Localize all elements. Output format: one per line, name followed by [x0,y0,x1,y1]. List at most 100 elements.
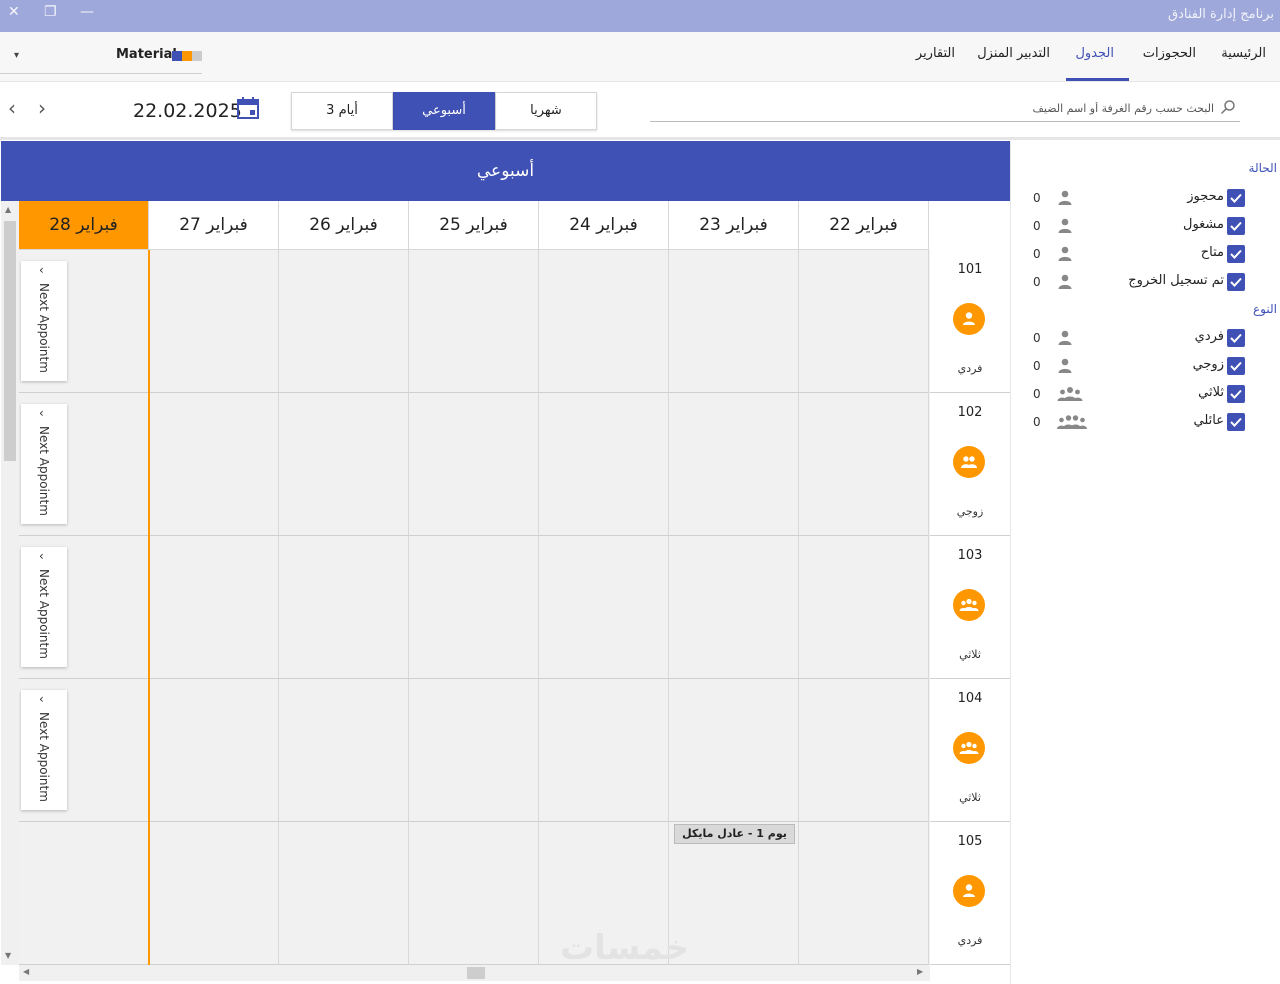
room-row-105[interactable]: 105 فردي [930,822,1010,965]
schedule-cell[interactable] [669,679,799,822]
next-appointment-button[interactable]: ‹ Next Appointm [21,261,67,381]
filter-checkbox[interactable] [1227,329,1245,347]
vertical-scrollbar[interactable]: ▲ ▼ [1,201,19,965]
schedule-cell[interactable] [409,822,539,965]
schedule-cell[interactable] [149,822,279,965]
next-appointment-button[interactable]: ‹ Next Appointm [21,404,67,524]
scroll-left-icon[interactable]: ◀ [23,967,29,976]
schedule-cell[interactable] [799,822,929,965]
schedule-cell[interactable] [799,393,929,536]
filter-type-double[interactable]: 0 زوجي [1011,355,1280,379]
search-input[interactable] [674,98,1214,118]
schedule-cell[interactable] [539,679,669,822]
filter-checkbox[interactable] [1227,413,1245,431]
filter-checkbox[interactable] [1227,273,1245,291]
filter-type-triple[interactable]: 0 ثلاثي [1011,383,1280,407]
group-icon [1057,387,1083,401]
next-period-button[interactable]: › [38,96,46,120]
filter-status-checked-out[interactable]: 0 تم تسجيل الخروج [1011,271,1280,295]
booking-block[interactable]: يوم 1 - عادل مايكل [674,824,795,844]
person-icon [1058,358,1072,373]
person-icon [1058,274,1072,289]
status-section-title: الحالة [1248,161,1277,175]
horizontal-scroll-thumb[interactable] [467,967,485,979]
room-row-101[interactable]: 101 فردي [930,250,1010,393]
theme-selector[interactable]: ▾ Material [0,38,202,74]
view-weekly-button[interactable]: أسبوعي [393,92,495,130]
family-icon [1057,415,1087,429]
current-date[interactable]: 22.02.2025 [133,100,242,122]
tab-housekeeping[interactable]: التدبير المنزل [977,46,1050,61]
filter-type-family[interactable]: 0 عائلي [1011,411,1280,435]
schedule-cell[interactable] [409,393,539,536]
schedule-grid[interactable]: ‹ Next Appointm ‹ Next Appointm ‹ Next A… [19,250,930,965]
schedule-cell[interactable] [669,250,799,393]
filter-checkbox[interactable] [1227,217,1245,235]
filter-label: متاح [1200,245,1224,260]
minimize-window-button[interactable]: — [80,4,94,20]
calendar-icon[interactable] [236,96,260,120]
filter-checkbox[interactable] [1227,245,1245,263]
filter-type-single[interactable]: 0 فردي [1011,327,1280,351]
schedule-cell[interactable] [279,679,409,822]
scroll-down-icon[interactable]: ▼ [5,951,11,960]
view-monthly-button[interactable]: شهريا [495,92,597,130]
next-appointment-label: Next Appointm [37,569,51,659]
restore-window-button[interactable]: ❐ [44,4,57,20]
previous-period-button[interactable]: ‹ [8,96,16,120]
room-type: زوجي [956,505,984,518]
filter-checkbox[interactable] [1227,189,1245,207]
group-icon [953,589,985,621]
next-appointment-button[interactable]: ‹ Next Appointm [21,547,67,667]
schedule-cell[interactable] [539,536,669,679]
close-window-button[interactable]: ✕ [8,4,20,20]
schedule-cell[interactable] [19,822,149,965]
schedule-cell[interactable] [799,250,929,393]
room-row-102[interactable]: 102 زوجي [930,393,1010,536]
horizontal-scrollbar[interactable]: ◀ ▶ [19,965,930,981]
schedule-cell[interactable] [409,536,539,679]
next-appointment-button[interactable]: ‹ Next Appointm [21,690,67,810]
filter-checkbox[interactable] [1227,357,1245,375]
room-number: 104 [957,691,983,706]
view-three-days-button[interactable]: 3 أيام [291,92,393,130]
filter-status-booked[interactable]: 0 محجوز [1011,187,1280,211]
schedule-cell[interactable] [149,679,279,822]
scroll-up-icon[interactable]: ▲ [5,205,11,214]
schedule-cell[interactable] [799,536,929,679]
room-row-104[interactable]: 104 ثلاثي [930,679,1010,822]
filter-checkbox[interactable] [1227,385,1245,403]
schedule-cell[interactable] [409,250,539,393]
type-section-title: النوع [1253,302,1277,316]
filter-status-available[interactable]: 0 متاح [1011,243,1280,267]
tab-home[interactable]: الرئيسية [1221,46,1266,61]
schedule-cell[interactable] [409,679,539,822]
schedule-cell[interactable] [669,393,799,536]
chevron-left-icon: ‹ [39,406,44,420]
filter-count: 0 [1033,247,1041,261]
tab-reports[interactable]: التقارير [916,46,955,61]
filter-panel: الحالة 0 محجوز 0 مشغول 0 متاح 0 تم تسجيل… [1010,141,1280,984]
filter-label: مشغول [1183,217,1224,232]
schedule-cell[interactable] [799,679,929,822]
vertical-scroll-thumb[interactable] [4,221,16,461]
schedule-cell[interactable] [279,393,409,536]
schedule-cell[interactable] [279,536,409,679]
filter-count: 0 [1033,275,1041,289]
day-header-today: 28 فبراير [19,201,149,250]
schedule-cell[interactable] [279,822,409,965]
room-row-103[interactable]: 103 ثلاثي [930,536,1010,679]
tab-schedule[interactable]: الجدول [1075,46,1114,61]
schedule-cell[interactable] [669,536,799,679]
schedule-cell[interactable] [279,250,409,393]
schedule-cell[interactable] [149,536,279,679]
schedule-cell[interactable] [149,393,279,536]
tab-bookings[interactable]: الحجوزات [1143,46,1196,61]
group-icon [953,732,985,764]
schedule-cell[interactable] [149,250,279,393]
schedule-cell[interactable] [539,250,669,393]
scroll-right-icon[interactable]: ▶ [917,967,923,976]
schedule-cell[interactable] [539,393,669,536]
person-icon [953,303,985,335]
filter-status-occupied[interactable]: 0 مشغول [1011,215,1280,239]
